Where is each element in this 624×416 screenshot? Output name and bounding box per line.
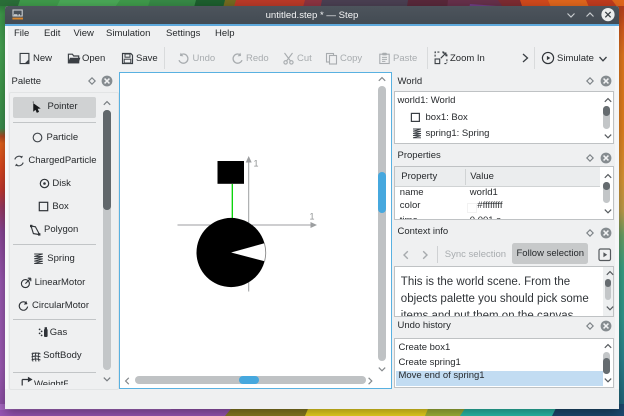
svg-text:1: 1 [310, 211, 315, 221]
svg-text:1: 1 [254, 158, 259, 168]
